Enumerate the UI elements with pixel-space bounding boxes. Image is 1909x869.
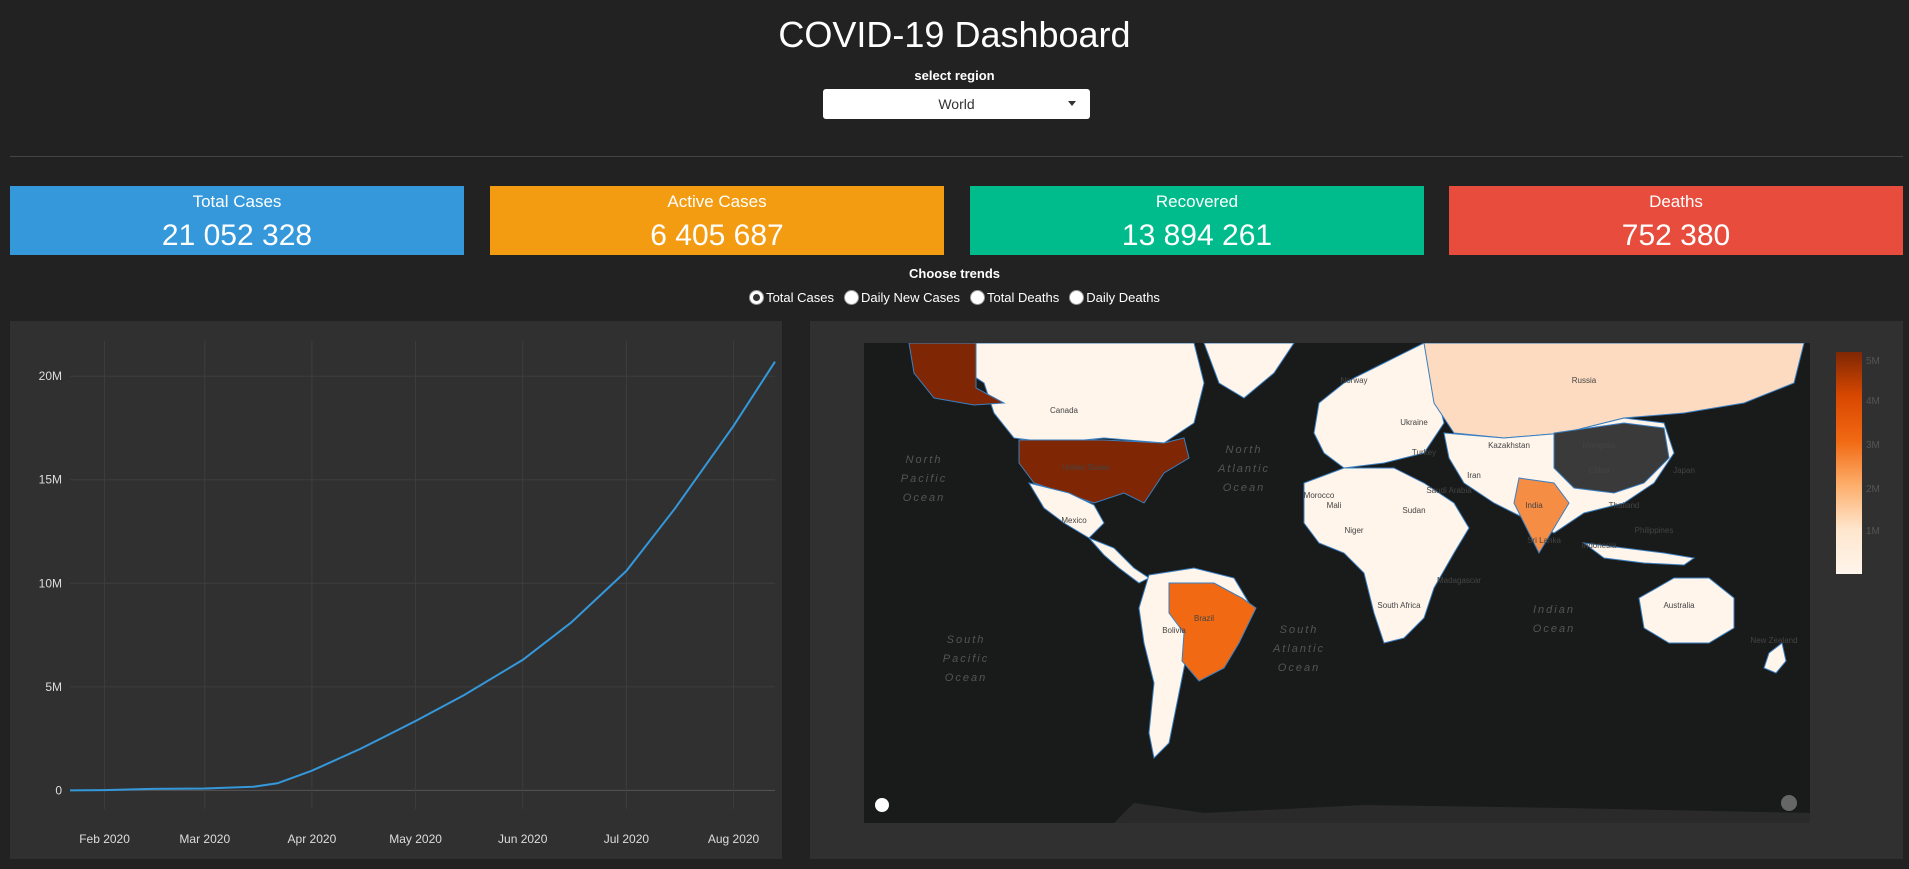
world-choropleth[interactable]: North Pacific Ocean North Atlantic Ocean Sou… [864, 343, 1810, 823]
country-label: New Zealand [1750, 636, 1797, 645]
country-label: Indonesia [1582, 541, 1617, 550]
country-label: Kazakhstan [1488, 441, 1530, 450]
country-label: Brazil [1194, 614, 1214, 623]
mapbox-logo-icon[interactable] [875, 798, 889, 812]
country-label: Thailand [1609, 501, 1640, 510]
country-label: Australia [1663, 601, 1695, 610]
radio-button-icon[interactable] [749, 290, 765, 305]
info-icon[interactable] [1781, 795, 1797, 811]
country-label: Sudan [1402, 506, 1425, 515]
colorbar-tick: 3M [1866, 440, 1880, 451]
colorbar-tick: 4M [1866, 396, 1880, 407]
card-label: Recovered [1155, 192, 1239, 211]
card-value: 6 405 687 [650, 219, 784, 252]
card-value: 13 894 261 [1121, 219, 1273, 252]
country-label: United States [1062, 463, 1110, 472]
ocean-label: North Atlantic Ocean [1217, 444, 1270, 494]
card-recovered: Recovered 13 894 261 [970, 186, 1424, 255]
country-label: Mongolia [1583, 441, 1616, 450]
australia-shape[interactable] [1638, 577, 1735, 644]
trend-line-chart[interactable]: 0 5M 10M 15M 20M Feb 2020 Mar 2020 Apr 2020 May … [10, 321, 782, 859]
colorbar-tick: 1M [1866, 526, 1880, 537]
card-total-cases: Total Cases 21 052 328 [10, 186, 464, 255]
x-tick-label: Mar 2020 [179, 832, 230, 846]
central-america-shape[interactable] [1088, 537, 1150, 584]
country-label: China [1589, 466, 1610, 475]
new-zealand-shape[interactable] [1763, 642, 1787, 674]
ocean-label: North Pacific Ocean [901, 454, 947, 504]
world-map[interactable]: North Pacific Ocean North Atlantic Ocean Sou… [864, 343, 1810, 823]
y-tick-label: 15M [39, 473, 62, 487]
ocean-label: Indian Ocean [1533, 604, 1575, 635]
country-label: Madagascar [1437, 576, 1481, 585]
country-label: Morocco [1304, 491, 1335, 500]
region-select-value: World [938, 96, 975, 112]
colorbar-tick: 2M [1866, 484, 1880, 495]
x-tick-label: May 2020 [389, 832, 442, 846]
radio-label: Daily Deaths [1086, 290, 1160, 305]
country-label: Philippines [1635, 526, 1674, 535]
country-label: South Africa [1377, 601, 1421, 610]
country-label: India [1525, 501, 1543, 510]
trends-label: Choose trends [908, 266, 1000, 281]
trend-chart-panel: 0 5M 10M 15M 20M Feb 2020 Mar 2020 Apr 2020 May … [10, 321, 782, 859]
y-tick-label: 20M [39, 369, 62, 383]
x-tick-label: Feb 2020 [79, 832, 130, 846]
y-tick-label: 0 [55, 783, 62, 797]
radio-button-icon[interactable] [1069, 290, 1085, 305]
divider [10, 156, 1903, 157]
chevron-down-icon [1068, 101, 1076, 106]
total-cases-line [69, 361, 776, 792]
country-label: Norway [1340, 376, 1367, 385]
card-active-cases: Active Cases 6 405 687 [490, 186, 944, 255]
ocean-label: South Atlantic Ocean [1272, 624, 1325, 674]
country-label: Mexico [1061, 516, 1087, 525]
country-label: Japan [1673, 466, 1695, 475]
y-tick-label: 10M [39, 576, 62, 590]
country-label: Sri Lanka [1527, 536, 1561, 545]
radio-daily-deaths[interactable]: Daily Deaths [1069, 290, 1160, 305]
radio-total-deaths[interactable]: Total Deaths [969, 290, 1060, 305]
card-label: Deaths [1649, 192, 1703, 211]
radio-button-icon[interactable] [843, 290, 859, 305]
region-select[interactable]: World [823, 89, 1090, 119]
radio-label: Daily New Cases [860, 290, 960, 305]
card-label: Total Cases [192, 192, 282, 211]
country-label: Turkey [1412, 448, 1436, 457]
country-label: Ukraine [1400, 418, 1428, 427]
trends-radio-group: Total Cases Daily New Cases Total Deaths… [0, 290, 1909, 305]
country-label: Canada [1050, 406, 1079, 415]
ocean-label: South Pacific Ocean [943, 634, 989, 684]
card-label: Active Cases [667, 192, 767, 211]
antarctica-shape [1114, 803, 1810, 823]
x-tick-label: Jun 2020 [498, 832, 548, 846]
radio-label: Total Cases [766, 290, 834, 305]
colorbar [1836, 352, 1862, 574]
colorbar-tick: 5M [1866, 356, 1880, 367]
card-deaths: Deaths 752 380 [1449, 186, 1903, 255]
country-label: Russia [1572, 376, 1597, 385]
country-label: Mali [1327, 501, 1342, 510]
x-tick-label: Aug 2020 [708, 832, 760, 846]
radio-button-icon[interactable] [969, 290, 985, 305]
country-label: Niger [1344, 526, 1363, 535]
radio-label: Total Deaths [986, 290, 1060, 305]
country-label: Bolivia [1162, 626, 1186, 635]
x-tick-label: Jul 2020 [604, 832, 650, 846]
page-title: COVID-19 Dashboard [778, 14, 1131, 55]
radio-daily-new-cases[interactable]: Daily New Cases [843, 290, 960, 305]
country-label: Saudi Arabia [1426, 486, 1472, 495]
radio-total-cases[interactable]: Total Cases [749, 290, 834, 305]
x-tick-label: Apr 2020 [288, 832, 337, 846]
card-value: 21 052 328 [161, 219, 313, 252]
greenland-shape[interactable] [1203, 343, 1295, 399]
y-tick-label: 5M [45, 680, 62, 694]
country-label: Iran [1467, 471, 1481, 480]
region-select-label: select region [914, 68, 995, 83]
card-value: 752 380 [1621, 219, 1731, 252]
